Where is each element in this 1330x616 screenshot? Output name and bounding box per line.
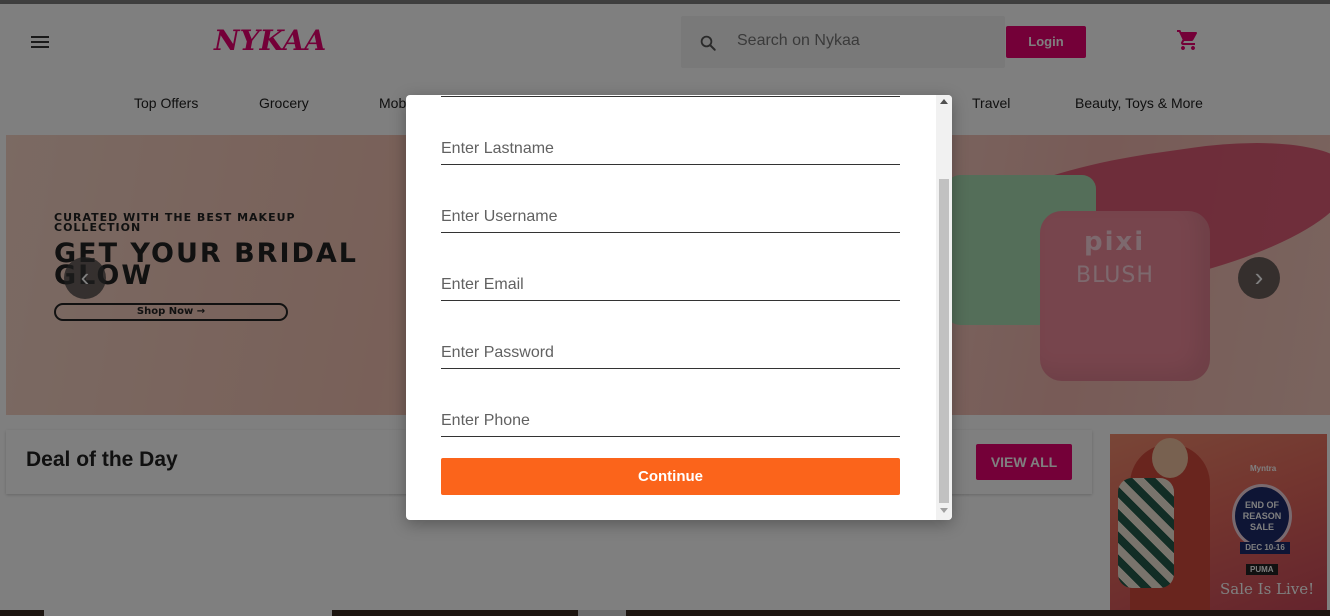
- lastname-input[interactable]: [441, 135, 900, 163]
- email-field: [441, 271, 900, 301]
- scroll-down-icon[interactable]: [940, 508, 948, 513]
- scroll-thumb[interactable]: [939, 179, 949, 503]
- signup-modal: Continue: [406, 95, 952, 520]
- lastname-field: [441, 135, 900, 165]
- firstname-field[interactable]: [441, 95, 900, 97]
- scroll-up-icon[interactable]: [940, 99, 948, 104]
- modal-scrollbar[interactable]: [936, 95, 952, 520]
- phone-input[interactable]: [441, 407, 900, 435]
- username-field: [441, 203, 900, 233]
- password-input[interactable]: [441, 339, 900, 367]
- continue-button[interactable]: Continue: [441, 458, 900, 495]
- username-input[interactable]: [441, 203, 900, 231]
- phone-field: [441, 407, 900, 437]
- email-input[interactable]: [441, 271, 900, 299]
- password-field: [441, 339, 900, 369]
